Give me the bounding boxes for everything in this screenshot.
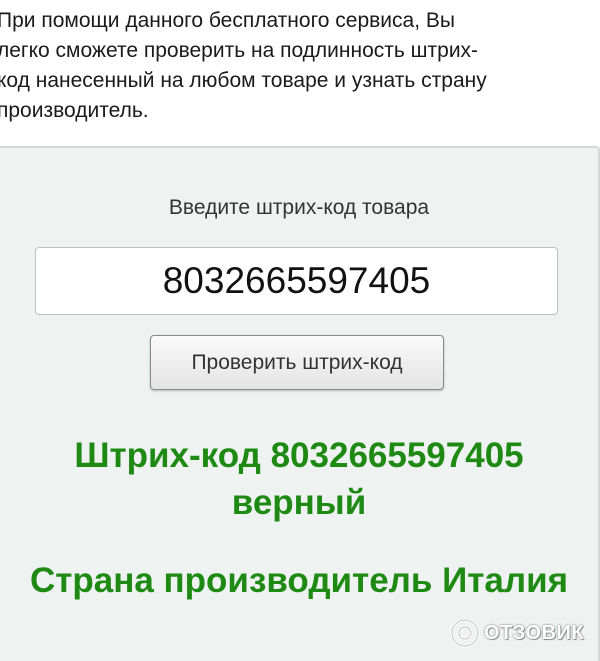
check-barcode-button[interactable]: Проверить штрих-код xyxy=(150,335,444,390)
country-of-origin: Страна производитель Италия xyxy=(29,561,569,600)
barcode-input[interactable] xyxy=(35,247,558,315)
intro-line: При помощи данного бесплатного сервиса, … xyxy=(0,9,455,32)
barcode-result-message: Штрих-код 8032665597405 верный xyxy=(0,432,598,526)
otzovik-logo-icon xyxy=(450,618,480,648)
otzovik-watermark: ОТЗОВИК xyxy=(450,618,584,648)
intro-line: код нанесенный на любом товаре и узнать … xyxy=(0,69,487,92)
watermark-text: ОТЗОВИК xyxy=(484,621,585,644)
barcode-check-panel: Введите штрих-код товара Проверить штрих… xyxy=(0,146,600,661)
intro-text: При помощи данного бесплатного сервиса, … xyxy=(0,6,597,126)
barcode-prompt-label: Введите штрих-код товара xyxy=(168,196,430,219)
result-line-verdict: верный xyxy=(231,483,367,522)
intro-line: легко сможете проверить на подлинность ш… xyxy=(0,39,479,62)
intro-line: производитель. xyxy=(0,99,149,122)
result-line-valid-code: Штрих-код 8032665597405 xyxy=(74,436,524,475)
